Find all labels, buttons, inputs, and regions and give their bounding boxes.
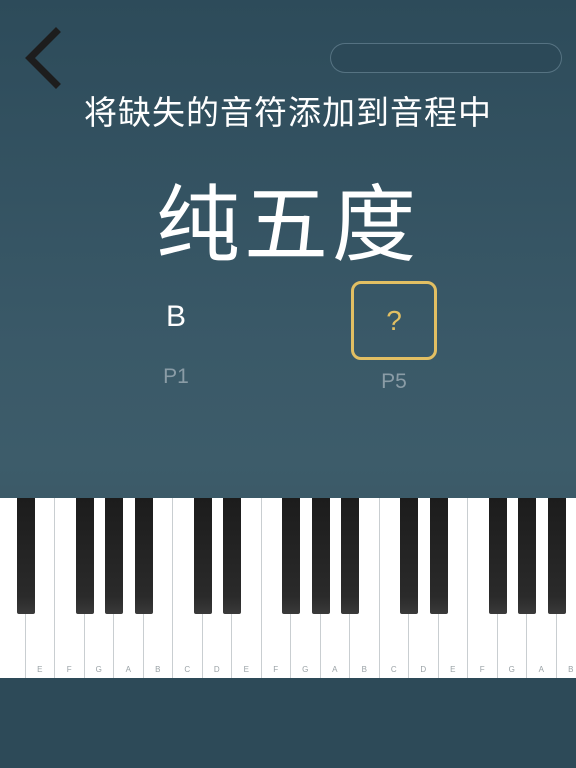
black-key[interactable] — [16, 498, 35, 614]
black-key[interactable] — [341, 498, 359, 614]
white-key-label: C — [390, 665, 397, 674]
answer-placeholder: ? — [386, 304, 402, 336]
answer-label: P5 — [381, 370, 407, 393]
white-key-label: A — [125, 665, 131, 674]
answer-slot[interactable]: ? — [351, 281, 437, 360]
white-key-label: D — [213, 665, 220, 674]
progress-bar — [330, 43, 562, 73]
black-key[interactable] — [429, 498, 448, 614]
back-button[interactable] — [22, 26, 66, 90]
white-key-label: G — [95, 665, 102, 674]
white-key-label: F — [273, 665, 279, 674]
white-key-label: B — [361, 665, 367, 674]
white-key-label: E — [450, 665, 456, 674]
white-key-label: G — [508, 665, 515, 674]
bottom-bar — [0, 678, 576, 768]
white-key-label: E — [37, 665, 43, 674]
white-key-label: D — [420, 665, 427, 674]
black-key[interactable] — [400, 498, 418, 614]
white-key-label: A — [538, 665, 544, 674]
black-key[interactable] — [223, 498, 241, 614]
white-key-label: E — [243, 665, 249, 674]
instruction-text: 将缺失的音符添加到音程中 — [84, 93, 492, 132]
black-key[interactable] — [134, 498, 153, 614]
known-note-label: P1 — [163, 365, 189, 388]
black-key[interactable] — [488, 498, 507, 614]
piano-keyboard: EFGABCDEFGABCDEFGAB — [0, 498, 576, 678]
black-key[interactable] — [547, 498, 566, 614]
black-key[interactable] — [105, 498, 123, 614]
black-key[interactable] — [518, 498, 536, 614]
white-key-label: F — [479, 665, 485, 674]
black-key[interactable] — [282, 498, 300, 614]
interval-title: 纯五度 — [155, 176, 420, 274]
white-key-label: B — [568, 665, 574, 674]
white-key-label: G — [302, 665, 309, 674]
white-key-label: A — [332, 665, 338, 674]
chevron-left-icon — [25, 27, 61, 89]
white-key-label: C — [184, 665, 191, 674]
black-key[interactable] — [311, 498, 330, 614]
black-key[interactable] — [75, 498, 94, 614]
white-key-label: F — [66, 665, 72, 674]
white-key-label: B — [155, 665, 161, 674]
black-key[interactable] — [193, 498, 212, 614]
known-note: B — [165, 300, 186, 333]
